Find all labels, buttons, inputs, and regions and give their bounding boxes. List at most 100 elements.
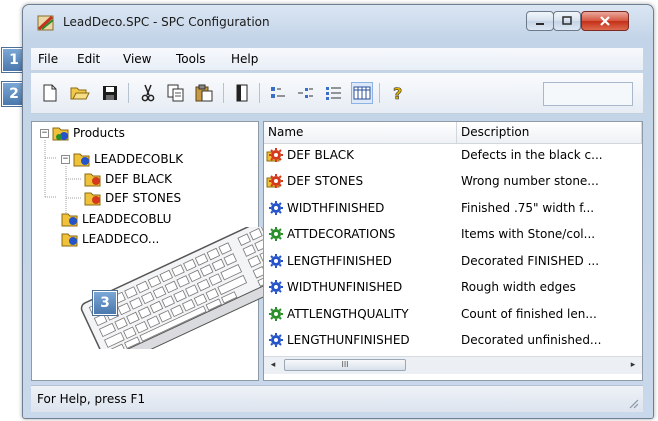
- new-button[interactable]: [39, 82, 61, 104]
- small-icons-view-button[interactable]: [267, 82, 289, 104]
- save-icon: [103, 86, 117, 100]
- list-item-name: DEF BLACK: [287, 147, 354, 162]
- defect-gear-icon: [266, 147, 283, 162]
- tree-item-leaddecoblu[interactable]: LEADDECOBLU: [61, 210, 171, 228]
- collapse-icon[interactable]: −: [40, 128, 49, 138]
- list-cell-description: Finished .75" width f...: [461, 200, 595, 215]
- open-button[interactable]: [69, 82, 91, 104]
- attribute-gear-icon: [269, 227, 283, 241]
- variable-gear-icon: [269, 253, 283, 268]
- list-item-name: WIDTHUNFINISHED: [287, 280, 403, 294]
- menu-view[interactable]: View: [123, 52, 151, 66]
- cut-button[interactable]: [137, 82, 159, 104]
- variable-gear-icon: [269, 280, 283, 294]
- title-bar[interactable]: LeadDeco.SPC - SPC Configuration: [23, 5, 653, 39]
- list-row[interactable]: DEF BLACK Defects in the black c...: [264, 144, 642, 165]
- tree-item-def-black[interactable]: DEF BLACK: [84, 170, 172, 188]
- column-header-description[interactable]: Description: [457, 122, 642, 143]
- product-folder-icon: [61, 213, 78, 227]
- list-header: Name Description: [264, 122, 642, 144]
- list-row[interactable]: LENGTHFINISHED Decorated FINISHED ...: [264, 250, 642, 271]
- list-row[interactable]: DEF STONES Wrong number stone...: [264, 171, 642, 192]
- list-pane[interactable]: Name Description DEF BLACK Defects in the…: [263, 121, 643, 381]
- grid-view-icon: [353, 86, 371, 100]
- column-header-name[interactable]: Name: [264, 122, 457, 143]
- status-text: For Help, press F1: [37, 392, 146, 406]
- toolbar: ?: [31, 73, 643, 114]
- list-cell-description: Wrong number stone...: [461, 174, 599, 188]
- attribute-gear-icon: [269, 306, 283, 321]
- defect-folder-icon: [84, 192, 101, 206]
- product-folder-icon: [73, 153, 90, 167]
- scroll-right-icon[interactable]: ▸: [627, 359, 639, 371]
- close-button[interactable]: [581, 11, 629, 31]
- horizontal-scrollbar[interactable]: ◂ III ▸: [264, 356, 642, 374]
- menu-help[interactable]: Help: [231, 52, 258, 66]
- menu-bar: File Edit View Tools Help: [31, 48, 643, 71]
- menu-tools[interactable]: Tools: [176, 52, 206, 66]
- list-cell-description: Decorated FINISHED ...: [461, 253, 600, 268]
- list-cell-description: Decorated unfinished...: [461, 333, 602, 347]
- scroll-left-icon[interactable]: ◂: [267, 359, 279, 371]
- list-cell-name: DEF STONES: [264, 173, 457, 189]
- tree-item-def-stones[interactable]: DEF STONES: [84, 189, 181, 207]
- list-view-button[interactable]: [295, 82, 317, 104]
- menu-edit[interactable]: Edit: [77, 52, 100, 66]
- list-item-name: DEF STONES: [287, 174, 364, 188]
- list-row[interactable]: WIDTHUNFINISHED Rough width edges: [264, 277, 642, 298]
- grid-view-button[interactable]: [351, 82, 373, 104]
- properties-icon: [236, 84, 248, 102]
- menu-file[interactable]: File: [38, 52, 58, 66]
- minimize-button[interactable]: [526, 11, 554, 31]
- list-item-name: ATTDECORATIONS: [287, 227, 396, 241]
- list-row[interactable]: LENGTHUNFINISHED Decorated unfinished...: [264, 330, 642, 351]
- open-icon: [70, 87, 90, 100]
- defect-gear-icon: [266, 174, 283, 188]
- copy-icon: [167, 84, 184, 102]
- window-title: LeadDeco.SPC - SPC Configuration: [63, 15, 270, 29]
- list-cell-description: Rough width edges: [461, 280, 576, 294]
- list-cell-name: DEF BLACK: [264, 147, 457, 163]
- copy-button[interactable]: [165, 82, 187, 104]
- tree-item-products[interactable]: − Products: [40, 124, 125, 142]
- list-cell-name: ATTLENGTHQUALITY: [264, 306, 457, 322]
- list-cell-name: WIDTHUNFINISHED: [264, 279, 457, 295]
- collapse-icon[interactable]: −: [61, 154, 70, 164]
- cut-icon: [141, 84, 155, 102]
- properties-button[interactable]: [231, 82, 253, 104]
- tree-label: DEF STONES: [105, 191, 182, 205]
- products-folder-icon: [52, 127, 69, 141]
- toolbar-dropdown[interactable]: [543, 82, 633, 106]
- scroll-thumb[interactable]: III: [284, 359, 406, 371]
- list-item-name: LENGTHFINISHED: [287, 253, 392, 268]
- list-item-name: LENGTHUNFINISHED: [287, 333, 410, 347]
- list-row[interactable]: WIDTHFINISHED Finished .75" width f...: [264, 197, 642, 218]
- minimize-icon: [536, 23, 544, 25]
- status-bar: For Help, press F1: [31, 385, 643, 412]
- maximize-button[interactable]: [553, 11, 581, 31]
- list-cell-name: LENGTHFINISHED: [264, 253, 457, 269]
- list-item-name: ATTLENGTHQUALITY: [287, 306, 409, 321]
- maximize-icon: [562, 16, 572, 25]
- variable-gear-icon: [269, 333, 283, 347]
- small-icons-view-icon: [271, 87, 285, 98]
- list-row[interactable]: ATTDECORATIONS Items with Stone/col...: [264, 224, 642, 245]
- paste-icon: [195, 84, 213, 102]
- paste-button[interactable]: [193, 82, 215, 104]
- list-cell-description: Count of finished len...: [461, 306, 597, 321]
- app-icon: [37, 15, 54, 31]
- resize-grip-icon[interactable]: [627, 397, 639, 409]
- help-icon: ?: [393, 84, 403, 102]
- callout-3: 3: [92, 290, 118, 316]
- defect-folder-icon: [84, 173, 101, 187]
- tree-item-leaddecoblk[interactable]: − LEADDECOBLK: [61, 150, 183, 168]
- list-cell-name: WIDTHFINISHED: [264, 200, 457, 216]
- list-cell-description: Items with Stone/col...: [461, 227, 596, 241]
- help-button[interactable]: ?: [387, 82, 409, 104]
- variable-gear-icon: [269, 200, 283, 215]
- save-button[interactable]: [99, 82, 121, 104]
- tree-label: Products: [73, 126, 125, 140]
- app-window: LeadDeco.SPC - SPC Configuration File Ed…: [22, 4, 654, 419]
- list-row[interactable]: ATTLENGTHQUALITY Count of finished len...: [264, 303, 642, 324]
- details-view-button[interactable]: [323, 82, 345, 104]
